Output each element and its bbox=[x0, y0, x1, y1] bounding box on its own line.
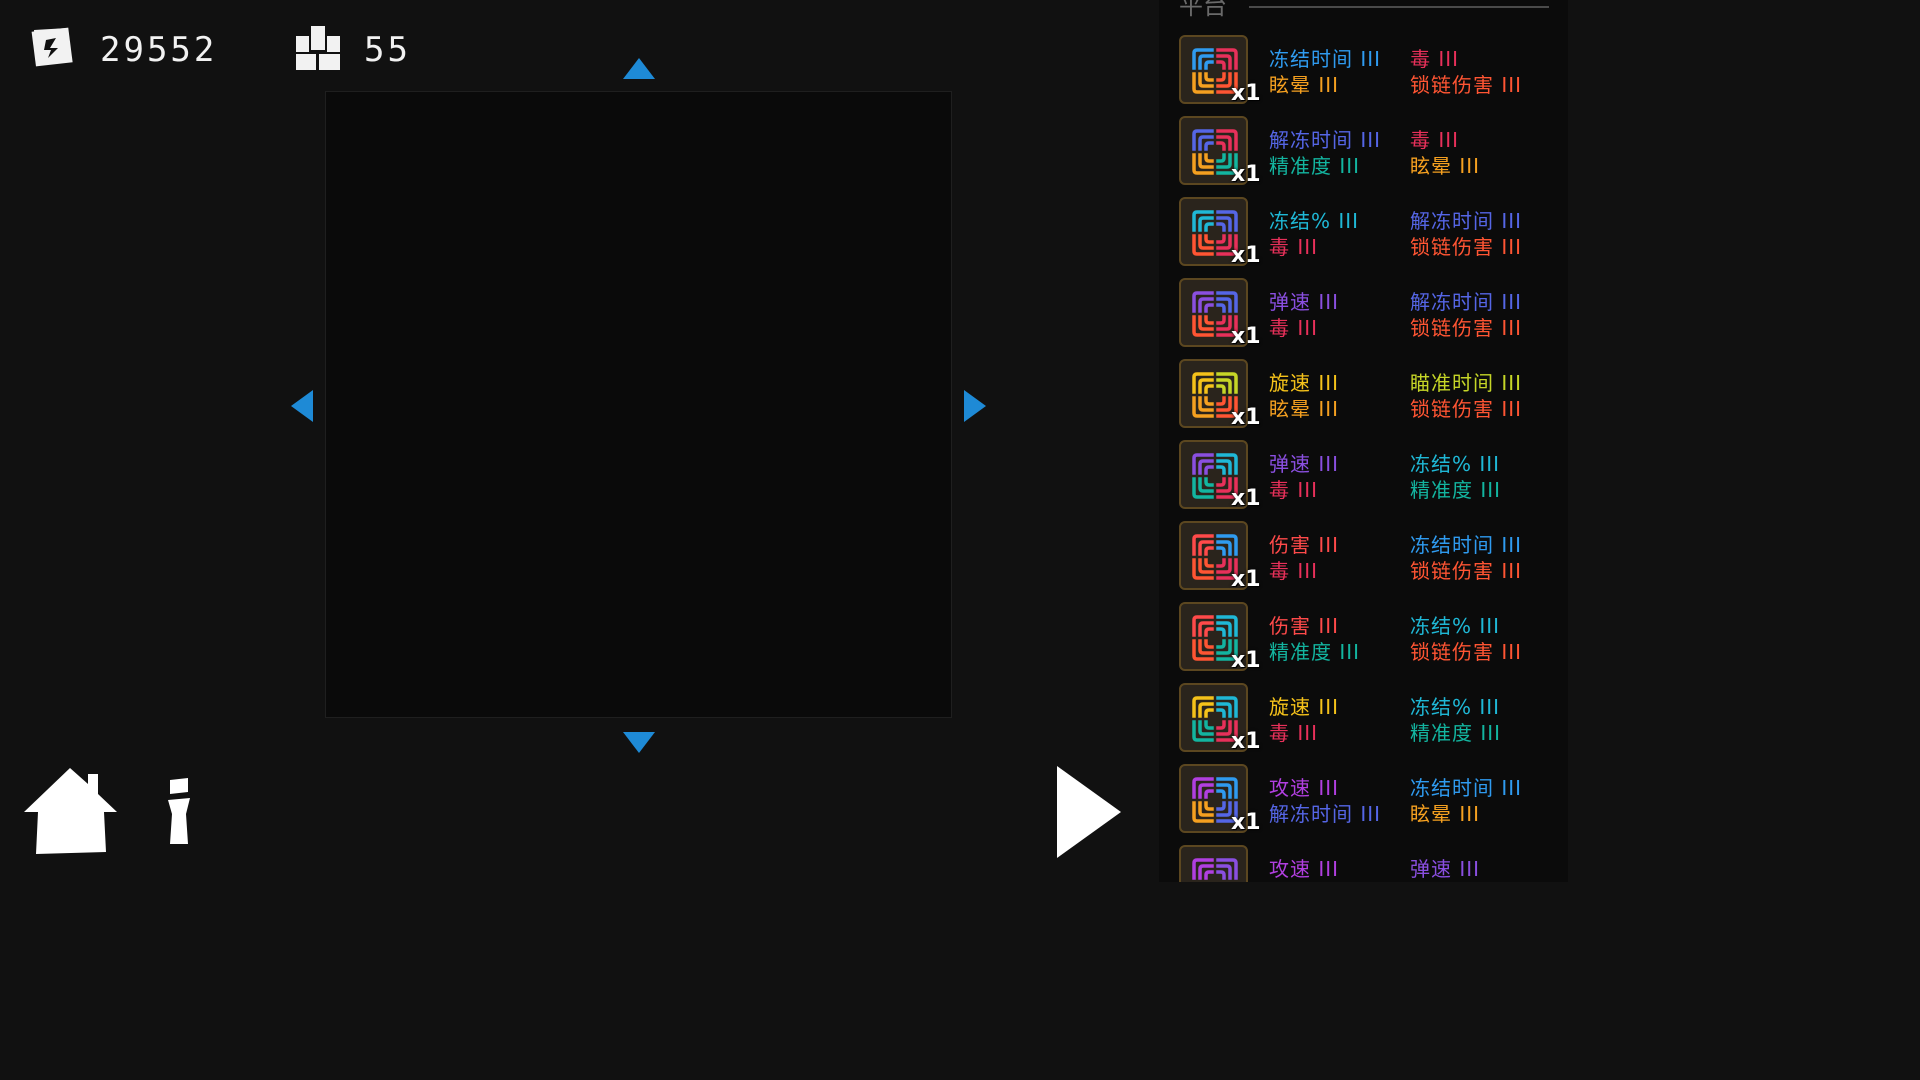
tower-modifier: 眩晕 III bbox=[1269, 73, 1340, 97]
scroll-left-arrow[interactable] bbox=[291, 390, 313, 422]
tower-count: x1 bbox=[1231, 486, 1261, 511]
tower-list: x1 冻结时间 III 毒 III 眩晕 III 锁链伤害 III x1 解冻时间 III 毒… bbox=[1179, 35, 1559, 882]
scroll-right-arrow[interactable] bbox=[964, 390, 986, 422]
money-counter: 29552 bbox=[28, 22, 217, 78]
tower-modifier: 精准度 III bbox=[1410, 721, 1502, 745]
tower-modifier: 瞄准时间 III bbox=[1410, 371, 1523, 395]
tower-row[interactable]: x1 旋速 III 瞄准时间 III 眩晕 III 锁链伤害 III bbox=[1179, 359, 1559, 440]
tower-row[interactable]: x1 弹速 III 解冻时间 III 毒 III 锁链伤害 III bbox=[1179, 278, 1559, 359]
tower-modifier: 锁链伤害 III bbox=[1410, 73, 1523, 97]
tower-modifier: 眩晕 III bbox=[1269, 397, 1340, 421]
tower-modifier: 解冻时间 III bbox=[1410, 209, 1523, 233]
tower-row[interactable]: x1 冻结时间 III 毒 III 眩晕 III 锁链伤害 III bbox=[1179, 35, 1559, 116]
tower-count: x1 bbox=[1231, 405, 1261, 430]
tower-modifier: 旋速 III bbox=[1269, 371, 1340, 395]
tower-count: x1 bbox=[1231, 567, 1261, 592]
tower-modifier: 眩晕 III bbox=[1410, 802, 1481, 826]
tower-modifier: 弹速 III bbox=[1269, 290, 1340, 314]
tower-row[interactable]: x1 冻结% III 解冻时间 III 毒 III 锁链伤害 III bbox=[1179, 197, 1559, 278]
tower-modifier: 毒 III bbox=[1410, 47, 1460, 71]
tower-modifier: 旋速 III bbox=[1269, 695, 1340, 719]
tower-modifier: 毒 III bbox=[1269, 235, 1319, 259]
tower-count: x1 bbox=[1231, 729, 1261, 754]
tower-row[interactable]: x1 弹速 III 冻结% III 毒 III 精准度 III bbox=[1179, 440, 1559, 521]
tower-modifier: 解冻时间 III bbox=[1269, 128, 1382, 152]
tower-modifier: 毒 III bbox=[1410, 128, 1460, 152]
tower-modifier: 毒 III bbox=[1269, 478, 1319, 502]
tower-icon bbox=[1179, 845, 1248, 882]
tower-modifier: 精准度 III bbox=[1410, 478, 1502, 502]
tower-modifier: 冻结时间 III bbox=[1410, 776, 1523, 800]
tower-modifier: 伤害 III bbox=[1269, 614, 1340, 638]
tower-modifier: 锁链伤害 III bbox=[1410, 397, 1523, 421]
money-value: 29552 bbox=[100, 30, 218, 70]
bricks-value: 55 bbox=[364, 30, 411, 70]
tower-row[interactable]: x1 攻速 III 冻结时间 III 解冻时间 III 眩晕 III bbox=[1179, 764, 1559, 845]
tower-modifier: 冻结% III bbox=[1410, 614, 1501, 638]
info-button[interactable] bbox=[164, 778, 194, 846]
tower-count: x1 bbox=[1231, 243, 1261, 268]
tower-modifier: 锁链伤害 III bbox=[1410, 559, 1523, 583]
tower-modifier: 冻结% III bbox=[1410, 695, 1501, 719]
tower-count: x1 bbox=[1231, 324, 1261, 349]
tower-count: x1 bbox=[1231, 810, 1261, 835]
money-icon bbox=[28, 24, 78, 76]
tower-modifier: 弹速 III bbox=[1269, 452, 1340, 476]
tower-modifier: 锁链伤害 III bbox=[1410, 640, 1523, 664]
play-button[interactable] bbox=[1055, 764, 1123, 860]
tower-modifier: 锁链伤害 III bbox=[1410, 316, 1523, 340]
tower-modifier: 伤害 III bbox=[1269, 533, 1340, 557]
home-button[interactable] bbox=[22, 766, 118, 856]
tower-modifier: 冻结时间 III bbox=[1269, 47, 1382, 71]
tower-modifier: 解冻时间 III bbox=[1269, 802, 1382, 826]
tower-row[interactable]: 攻速 III 弹速 III bbox=[1179, 845, 1559, 882]
game-screen: 29552 55 平台 x1 冻结时间 III 毒 III 眩晕 III 锁链伤… bbox=[0, 0, 1568, 882]
tower-modifier: 锁链伤害 III bbox=[1410, 235, 1523, 259]
tower-modifier: 精准度 III bbox=[1269, 154, 1361, 178]
tower-count: x1 bbox=[1231, 648, 1261, 673]
tower-modifier: 解冻时间 III bbox=[1410, 290, 1523, 314]
tower-modifier: 冻结% III bbox=[1269, 209, 1360, 233]
tower-inventory-panel: 平台 x1 冻结时间 III 毒 III 眩晕 III 锁链伤害 III x1 解冻时间 I… bbox=[1159, 0, 1568, 882]
scroll-down-arrow[interactable] bbox=[623, 732, 655, 753]
play-icon bbox=[1057, 766, 1121, 858]
map-grid[interactable] bbox=[325, 91, 952, 718]
tower-modifier: 冻结时间 III bbox=[1410, 533, 1523, 557]
bricks-icon bbox=[294, 24, 342, 76]
info-icon bbox=[168, 778, 190, 844]
tower-modifier: 眩晕 III bbox=[1410, 154, 1481, 178]
tower-modifier: 冻结% III bbox=[1410, 452, 1501, 476]
panel-title: 平台 bbox=[1179, 0, 1227, 20]
bricks-counter: 55 bbox=[294, 22, 411, 78]
tower-modifier: 毒 III bbox=[1269, 559, 1319, 583]
tower-row[interactable]: x1 旋速 III 冻结% III 毒 III 精准度 III bbox=[1179, 683, 1559, 764]
panel-divider bbox=[1249, 6, 1549, 8]
tower-modifier: 弹速 III bbox=[1410, 857, 1481, 881]
home-icon bbox=[24, 768, 117, 854]
tower-count: x1 bbox=[1231, 81, 1261, 106]
tower-modifier: 毒 III bbox=[1269, 721, 1319, 745]
tower-row[interactable]: x1 伤害 III 冻结时间 III 毒 III 锁链伤害 III bbox=[1179, 521, 1559, 602]
tower-row[interactable]: x1 伤害 III 冻结% III 精准度 III 锁链伤害 III bbox=[1179, 602, 1559, 683]
tower-row[interactable]: x1 解冻时间 III 毒 III 精准度 III 眩晕 III bbox=[1179, 116, 1559, 197]
tower-modifier: 攻速 III bbox=[1269, 857, 1340, 881]
tower-modifier: 攻速 III bbox=[1269, 776, 1340, 800]
scroll-up-arrow[interactable] bbox=[623, 58, 655, 79]
tower-count: x1 bbox=[1231, 162, 1261, 187]
tower-modifier: 毒 III bbox=[1269, 316, 1319, 340]
tower-modifier: 精准度 III bbox=[1269, 640, 1361, 664]
